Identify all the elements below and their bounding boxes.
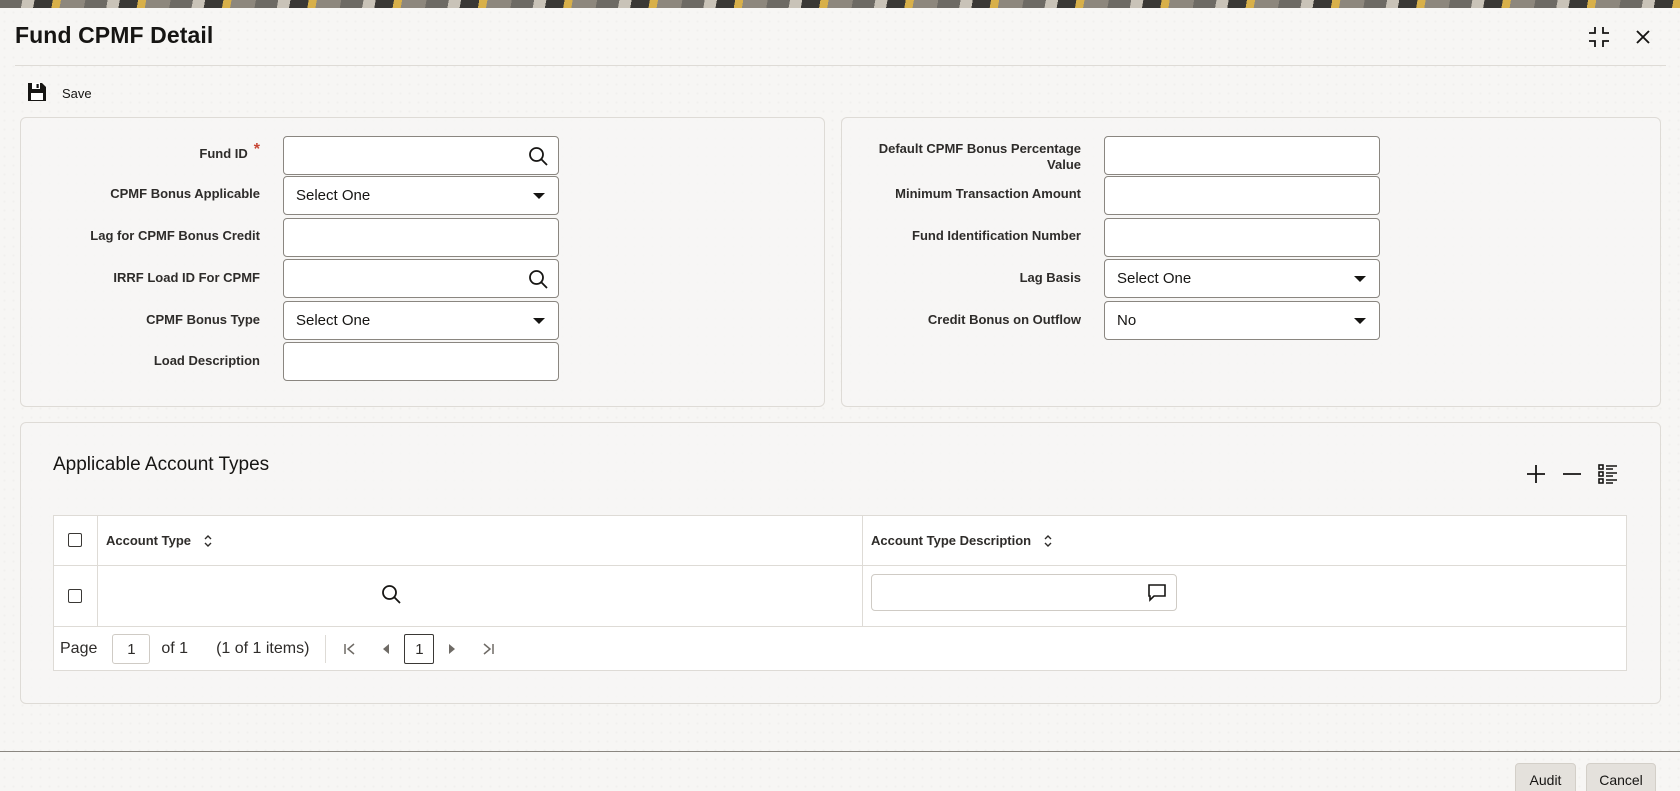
lag-basis-label-row: Lag Basis	[841, 270, 1081, 286]
audit-button[interactable]: Audit	[1515, 763, 1576, 791]
min-transaction-amount-input[interactable]	[1104, 176, 1380, 215]
items-count-label: (1 of 1 items)	[216, 640, 310, 657]
lag-bonus-credit-label: Lag for CPMF Bonus Credit	[90, 228, 260, 243]
page-number-input[interactable]: 1	[112, 634, 151, 664]
column-account-type-description[interactable]: Account Type Description	[871, 533, 1053, 548]
next-page-icon[interactable]	[440, 637, 464, 661]
column-account-type[interactable]: Account Type	[106, 533, 213, 548]
irrf-load-id-label-row: IRRF Load ID For CPMF	[20, 270, 260, 286]
chevron-down-icon	[1354, 318, 1366, 324]
comment-icon[interactable]	[1147, 583, 1167, 607]
fund-cpmf-detail-window: Fund CPMF Detail Save Fund ID * CPMF Bon…	[0, 8, 1680, 791]
cpmf-bonus-applicable-select[interactable]: Select One	[283, 176, 559, 215]
lag-bonus-credit-text[interactable]	[296, 229, 546, 246]
cpmf-bonus-type-label-row: CPMF Bonus Type	[20, 312, 260, 328]
search-icon[interactable]	[381, 584, 405, 608]
load-description-input[interactable]	[283, 342, 559, 381]
pager: Page 1 of 1 (1 of 1 items) 1	[60, 627, 500, 671]
default-bonus-pct-label-line1: Default CPMF Bonus Percentage	[878, 141, 1081, 156]
page-label: Page	[60, 640, 98, 657]
search-icon[interactable]	[527, 268, 549, 290]
irrf-load-id-text[interactable]	[296, 270, 546, 287]
cpmf-bonus-applicable-value: Select One	[296, 187, 371, 204]
row-checkbox[interactable]	[68, 589, 82, 603]
footer-divider	[0, 751, 1680, 752]
column-account-type-label: Account Type	[106, 533, 191, 548]
default-bonus-pct-label-row: Default CPMF Bonus Percentage Value	[841, 141, 1081, 173]
min-transaction-amount-label-row: Minimum Transaction Amount	[841, 186, 1081, 202]
previous-page-icon[interactable]	[374, 637, 398, 661]
cpmf-bonus-applicable-label: CPMF Bonus Applicable	[110, 186, 260, 201]
cpmf-bonus-type-label: CPMF Bonus Type	[146, 312, 260, 327]
page-title: Fund CPMF Detail	[15, 22, 214, 48]
save-button[interactable]: Save	[26, 79, 92, 107]
page-of-label: of 1	[161, 640, 189, 657]
top-banner-strip	[0, 0, 1680, 8]
chevron-down-icon	[1354, 276, 1366, 282]
required-asterisk: *	[253, 141, 260, 158]
fund-id-input[interactable]	[283, 136, 559, 175]
select-all-checkbox[interactable]	[68, 533, 82, 547]
credit-bonus-outflow-label-row: Credit Bonus on Outflow	[841, 312, 1081, 328]
list-view-icon[interactable]	[1596, 462, 1620, 486]
fund-identification-number-input[interactable]	[1104, 218, 1380, 257]
cpmf-bonus-type-value: Select One	[296, 312, 371, 329]
first-page-icon[interactable]	[338, 637, 362, 661]
remove-row-icon[interactable]	[1560, 462, 1584, 486]
chevron-down-icon	[533, 193, 545, 199]
close-icon[interactable]	[1630, 24, 1656, 50]
default-bonus-pct-text[interactable]	[1117, 147, 1367, 164]
fund-identification-number-label: Fund Identification Number	[912, 228, 1081, 243]
credit-bonus-outflow-label: Credit Bonus on Outflow	[927, 312, 1081, 327]
account-types-title: Applicable Account Types	[53, 454, 270, 475]
column-account-type-description-label: Account Type Description	[871, 533, 1032, 548]
sort-icon[interactable]	[203, 534, 213, 548]
fund-id-text[interactable]	[296, 147, 546, 164]
fund-id-label-row: Fund ID *	[20, 141, 260, 163]
cpmf-bonus-applicable-label-row: CPMF Bonus Applicable	[20, 186, 260, 202]
account-types-table: Account Type Account Type Description Pa…	[53, 515, 1627, 671]
credit-bonus-outflow-select[interactable]: No	[1104, 301, 1380, 340]
lag-bonus-credit-input[interactable]	[283, 218, 559, 257]
min-transaction-amount-label: Minimum Transaction Amount	[895, 186, 1081, 201]
window-controls	[1586, 24, 1656, 50]
default-bonus-pct-label: Default CPMF Bonus Percentage Value	[879, 141, 1081, 173]
table-pager: Page 1 of 1 (1 of 1 items) 1	[54, 627, 1626, 671]
fund-identification-number-label-row: Fund Identification Number	[841, 228, 1081, 244]
floppy-disk-icon	[26, 81, 48, 106]
load-description-label: Load Description	[153, 353, 260, 368]
grid-toolbar	[1524, 462, 1620, 486]
min-transaction-amount-text[interactable]	[1117, 187, 1367, 204]
load-description-label-row: Load Description	[20, 353, 260, 369]
add-row-icon[interactable]	[1524, 462, 1548, 486]
search-icon[interactable]	[527, 145, 549, 167]
minimize-arrows-icon[interactable]	[1586, 24, 1612, 50]
current-page-button[interactable]: 1	[404, 634, 435, 664]
fund-identification-number-text[interactable]	[1117, 229, 1367, 246]
irrf-load-id-label: IRRF Load ID For CPMF	[113, 270, 260, 285]
title-divider	[15, 65, 1666, 66]
load-description-text[interactable]	[296, 353, 546, 370]
credit-bonus-outflow-value: No	[1117, 312, 1137, 329]
lag-basis-label: Lag Basis	[1019, 270, 1081, 285]
fund-id-label: Fund ID	[199, 146, 248, 161]
default-bonus-pct-label-line2: Value	[1047, 157, 1081, 172]
table-row	[54, 566, 1626, 627]
lag-basis-select[interactable]: Select One	[1104, 259, 1380, 298]
save-label: Save	[62, 85, 92, 101]
cancel-button[interactable]: Cancel	[1586, 763, 1656, 791]
lag-basis-value: Select One	[1117, 270, 1192, 287]
pager-divider	[325, 635, 327, 663]
last-page-icon[interactable]	[476, 637, 500, 661]
table-header: Account Type Account Type Description	[54, 516, 1626, 566]
chevron-down-icon	[533, 318, 545, 324]
irrf-load-id-input[interactable]	[283, 259, 559, 298]
lag-bonus-credit-label-row: Lag for CPMF Bonus Credit	[20, 228, 260, 244]
cpmf-bonus-type-select[interactable]: Select One	[283, 301, 559, 340]
default-bonus-pct-input[interactable]	[1104, 136, 1380, 175]
account-type-description-input[interactable]	[871, 574, 1177, 611]
sort-icon[interactable]	[1043, 534, 1053, 548]
